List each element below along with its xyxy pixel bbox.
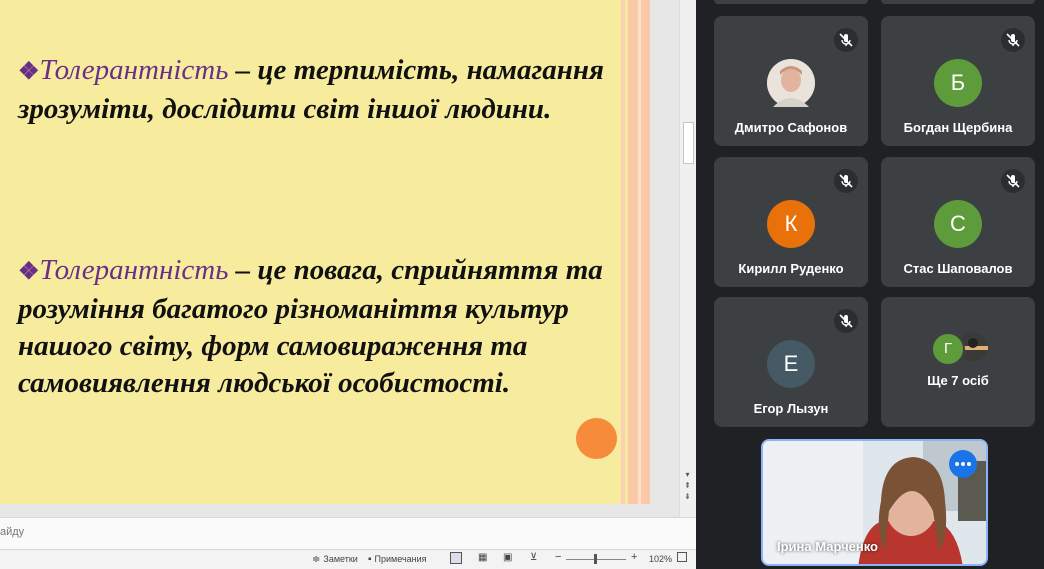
comments-toggle-label: Примечания	[374, 554, 427, 564]
zoom-in-icon[interactable]: +	[631, 551, 637, 563]
slide-sorter-icon[interactable]: ▦	[478, 552, 487, 563]
participant-name: Дмитро Сафонов	[734, 120, 848, 135]
participant-name: Богдан Щербина	[903, 120, 1013, 135]
participant-tile[interactable]: Е Егор Лызун	[714, 297, 868, 427]
notes-icon: ≑	[312, 554, 321, 565]
avatar-photo	[767, 59, 815, 107]
vertical-scrollbar[interactable]: ▾ ⇞ ⇟	[679, 0, 696, 517]
more-participants-tile[interactable]: Г Ще 7 осіб	[881, 297, 1035, 427]
diamond-bullet-icon: ❖	[18, 259, 40, 285]
mic-off-icon	[834, 28, 858, 52]
zoom-out-icon[interactable]: −	[555, 551, 561, 563]
participant-tile[interactable]: Б Богдан Щербина	[881, 16, 1035, 146]
mic-off-icon	[1001, 169, 1025, 193]
notes-pane[interactable]: айду	[0, 517, 696, 549]
more-dots-icon	[967, 462, 971, 466]
participant-tile[interactable]: С Стас Шаповалов	[881, 157, 1035, 287]
slide-paragraph-1[interactable]: ❖Толерантність – це терпимість, намаганн…	[18, 52, 618, 128]
fit-to-window-icon[interactable]	[677, 552, 687, 562]
status-bar: ≑ Заметки ▪ Примечания ▦ ▣ ⊻ − + 102%	[0, 549, 696, 569]
tile-edge	[881, 0, 1035, 4]
normal-view-icon[interactable]	[450, 552, 462, 564]
mic-off-icon	[834, 309, 858, 333]
slide-paragraph-2[interactable]: ❖Толерантність – це повага, сприйняття т…	[18, 252, 618, 402]
notes-toggle-button[interactable]: ≑ Заметки	[312, 554, 358, 565]
more-options-button[interactable]	[949, 450, 977, 478]
prev-slide-icon[interactable]: ⇞	[682, 481, 693, 490]
term-label: Толерантність	[39, 254, 229, 286]
reading-view-icon[interactable]: ▣	[503, 552, 512, 563]
presentation-editor: ❖Толерантність – це терпимість, намаганн…	[0, 0, 696, 569]
self-video-tile[interactable]: Ірина Марченко	[761, 439, 988, 566]
more-participants-label: Ще 7 осіб	[927, 373, 989, 388]
term-label: Толерантність	[39, 54, 229, 86]
participant-name: Стас Шаповалов	[903, 261, 1013, 276]
slide[interactable]: ❖Толерантність – це терпимість, намаганн…	[0, 0, 650, 504]
slide-canvas-area: ❖Толерантність – це терпимість, намаганн…	[0, 0, 679, 517]
tile-edge	[714, 0, 868, 4]
notes-placeholder: айду	[0, 526, 25, 538]
next-slide-icon[interactable]: ⇟	[682, 492, 693, 501]
avatar-initial: Е	[767, 340, 815, 388]
scroll-down-icon[interactable]: ▾	[682, 470, 693, 479]
comment-icon: ▪	[368, 554, 372, 565]
scrollbar-thumb[interactable]	[683, 122, 694, 164]
slideshow-icon[interactable]: ⊻	[530, 552, 537, 563]
comments-toggle-button[interactable]: ▪ Примечания	[368, 554, 427, 565]
avatar-initial: Б	[934, 59, 982, 107]
zoom-slider-thumb[interactable]	[594, 554, 597, 564]
decorative-circle	[576, 418, 617, 459]
zoom-level[interactable]: 102%	[649, 554, 672, 564]
mini-avatar-initial: Г	[931, 332, 965, 366]
participant-tile[interactable]: Дмитро Сафонов	[714, 16, 868, 146]
avatar-initial: К	[767, 200, 815, 248]
self-name-label: Ірина Марченко	[777, 539, 878, 554]
mic-off-icon	[1001, 28, 1025, 52]
participant-name: Егор Лызун	[753, 401, 829, 416]
participant-name: Кирилл Руденко	[738, 261, 844, 276]
more-dots-icon	[955, 462, 959, 466]
participant-tile[interactable]: К Кирилл Руденко	[714, 157, 868, 287]
avatar-initial: С	[934, 200, 982, 248]
more-dots-icon	[961, 462, 965, 466]
mic-off-icon	[834, 169, 858, 193]
slide-stripe	[638, 0, 641, 504]
notes-toggle-label: Заметки	[323, 554, 358, 564]
diamond-bullet-icon: ❖	[18, 59, 40, 85]
